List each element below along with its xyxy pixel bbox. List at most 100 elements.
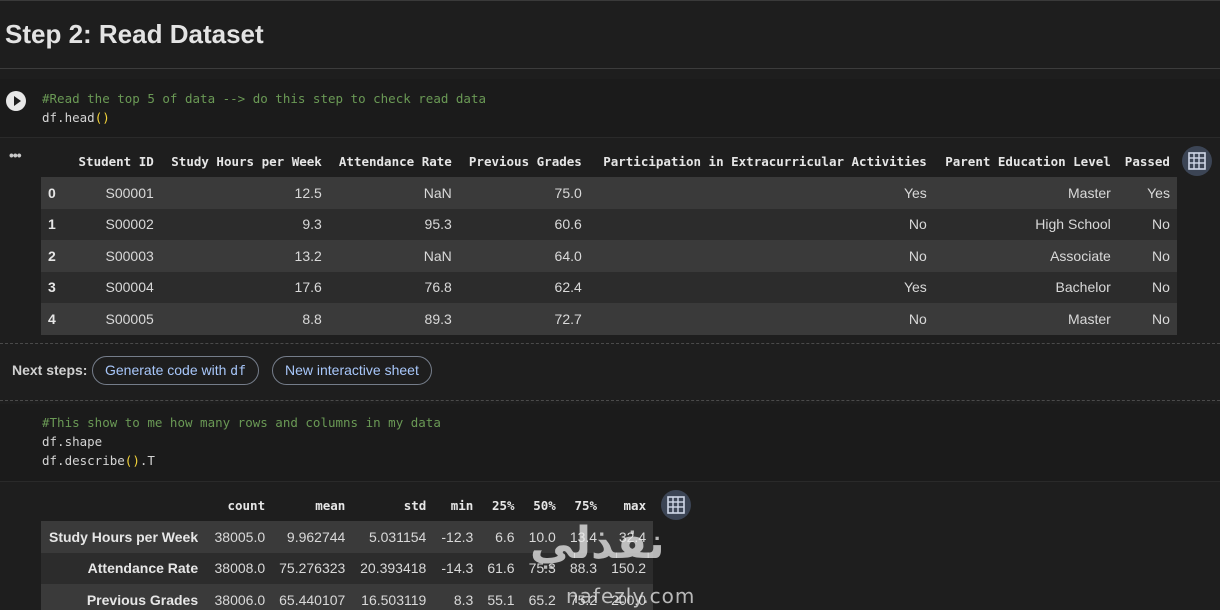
describe-cell: 16.503119 — [352, 584, 434, 610]
head-cell: 89.3 — [328, 303, 459, 335]
describe-cell: 6.6 — [480, 521, 522, 553]
code-comment-line-2: #This show to me how many rows and colum… — [42, 415, 441, 430]
head-cell: No — [1117, 240, 1177, 272]
head-cell: 76.8 — [328, 271, 459, 303]
head-cell: S00003 — [62, 240, 161, 272]
head-cell: 12.5 — [160, 177, 329, 209]
head-cell: 17.6 — [160, 271, 329, 303]
head-cell: NaN — [328, 240, 459, 272]
describe-cell: 20.393418 — [352, 552, 434, 584]
head-row-index: 1 — [41, 208, 63, 240]
head-cell: 60.6 — [458, 208, 589, 240]
head-cell: 9.3 — [160, 208, 329, 240]
describe-table-row: Previous Grades 38006.0 65.440107 16.503119… — [41, 584, 654, 610]
describe-cell: -14.3 — [433, 552, 481, 584]
describe-column-header: max — [623, 497, 647, 513]
head-column-header: Attendance Rate — [338, 153, 452, 169]
head-cell: High School — [933, 208, 1118, 240]
describe-cell: 75.276323 — [272, 552, 353, 584]
head-column-header: Participation in Extracurricular Activit… — [603, 153, 927, 169]
describe-cell: 38006.0 — [206, 584, 273, 610]
head-cell: NaN — [328, 177, 459, 209]
head-cell: 8.8 — [160, 303, 329, 335]
head-table-row: 4 S00005 8.8 89.3 72.7 No Master No — [41, 303, 1177, 335]
describe-cell: 88.3 — [562, 552, 605, 584]
describe-cell: 8.3 — [433, 584, 481, 610]
describe-row-index: Previous Grades — [41, 584, 207, 610]
describe-table-row: Attendance Rate 38008.0 75.276323 20.393418… — [41, 552, 654, 584]
head-cell: No — [588, 240, 934, 272]
head-cell: S00004 — [62, 271, 161, 303]
describe-cell: 5.031154 — [352, 521, 434, 553]
head-table-row: 1 S00002 9.3 95.3 60.6 No High School No — [41, 208, 1177, 240]
head-column-header: Previous Grades — [468, 153, 582, 169]
head-column-header: Parent Education Level — [945, 153, 1111, 169]
describe-cell: 65.2 — [521, 584, 563, 610]
head-cell: No — [588, 208, 934, 240]
head-table-row: 2 S00003 13.2 NaN 64.0 No Associate No — [41, 240, 1177, 272]
code-cell-1[interactable] — [0, 79, 1220, 137]
describe-cell: 75.3 — [521, 552, 563, 584]
head-cell: Yes — [588, 177, 934, 209]
head-cell: No — [1117, 208, 1177, 240]
head-cell: Master — [933, 303, 1118, 335]
head-cell: 62.4 — [458, 271, 589, 303]
head-cell: Yes — [588, 271, 934, 303]
section-heading: Step 2: Read Dataset — [5, 19, 264, 49]
head-cell: 13.2 — [160, 240, 329, 272]
describe-cell: -12.3 — [433, 521, 481, 553]
head-cell: S00002 — [62, 208, 161, 240]
head-row-index: 0 — [41, 177, 63, 209]
head-cell: 72.7 — [458, 303, 589, 335]
table-view-icon[interactable] — [1182, 146, 1212, 176]
head-table-row: 3 S00004 17.6 76.8 62.4 Yes Bachelor No — [41, 271, 1177, 303]
head-cell: 95.3 — [328, 208, 459, 240]
head-column-header: Student ID — [78, 153, 154, 169]
head-column-header: Study Hours per Week — [171, 153, 322, 169]
head-cell: S00005 — [62, 303, 161, 335]
describe-cell: 38005.0 — [206, 521, 273, 553]
output-menu-icon[interactable]: ••• — [9, 147, 22, 163]
new-interactive-sheet-button[interactable]: New interactive sheet — [272, 356, 432, 385]
head-cell: Yes — [1117, 177, 1177, 209]
describe-cell: 32.4 — [604, 521, 654, 553]
describe-table: count mean std min 25% 50% 75% max Study Hours … — [41, 489, 654, 610]
head-cell: No — [1117, 271, 1177, 303]
next-steps-bar: Next steps: Generate code with df New in… — [0, 343, 1220, 401]
dataframe-head-table: Student ID Study Hours per Week Attendance… — [41, 145, 1177, 335]
code-line-describe: df.describe().T — [42, 453, 155, 468]
generate-code-button[interactable]: Generate code with df — [92, 356, 259, 385]
head-cell: No — [1117, 303, 1177, 335]
describe-cell: 38008.0 — [206, 552, 273, 584]
markdown-cell[interactable]: Step 2: Read Dataset — [0, 0, 1220, 69]
code-line-shape: df.shape — [42, 434, 103, 449]
head-row-index: 3 — [41, 271, 63, 303]
head-table-row: 0 S00001 12.5 NaN 75.0 Yes Master Yes — [41, 177, 1177, 209]
describe-table-row: Study Hours per Week 38005.0 9.962744 5.031… — [41, 521, 654, 553]
describe-column-header: 25% — [491, 497, 515, 513]
head-cell: No — [588, 303, 934, 335]
describe-cell: 200.0 — [604, 584, 654, 610]
describe-column-header: mean — [315, 497, 346, 513]
head-row-index: 2 — [41, 240, 63, 272]
describe-cell: 150.2 — [604, 552, 654, 584]
describe-column-header: 75% — [574, 497, 598, 513]
describe-cell: 10.0 — [521, 521, 563, 553]
head-cell: Master — [933, 177, 1118, 209]
run-cell-icon[interactable] — [6, 91, 26, 111]
table-view-icon-2[interactable] — [661, 490, 691, 520]
describe-cell: 9.962744 — [272, 521, 353, 553]
describe-cell: 55.1 — [480, 584, 522, 610]
head-row-index: 4 — [41, 303, 63, 335]
describe-cell: 61.6 — [480, 552, 522, 584]
describe-cell: 75.2 — [562, 584, 605, 610]
code-line-head: df.head() — [42, 110, 110, 125]
describe-column-header: std — [403, 497, 427, 513]
head-cell: S00001 — [62, 177, 161, 209]
head-cell: Bachelor — [933, 271, 1118, 303]
head-cell: 75.0 — [458, 177, 589, 209]
describe-column-header: count — [227, 497, 266, 513]
describe-row-index: Attendance Rate — [41, 552, 207, 584]
head-cell: Associate — [933, 240, 1118, 272]
describe-cell: 65.440107 — [272, 584, 353, 610]
